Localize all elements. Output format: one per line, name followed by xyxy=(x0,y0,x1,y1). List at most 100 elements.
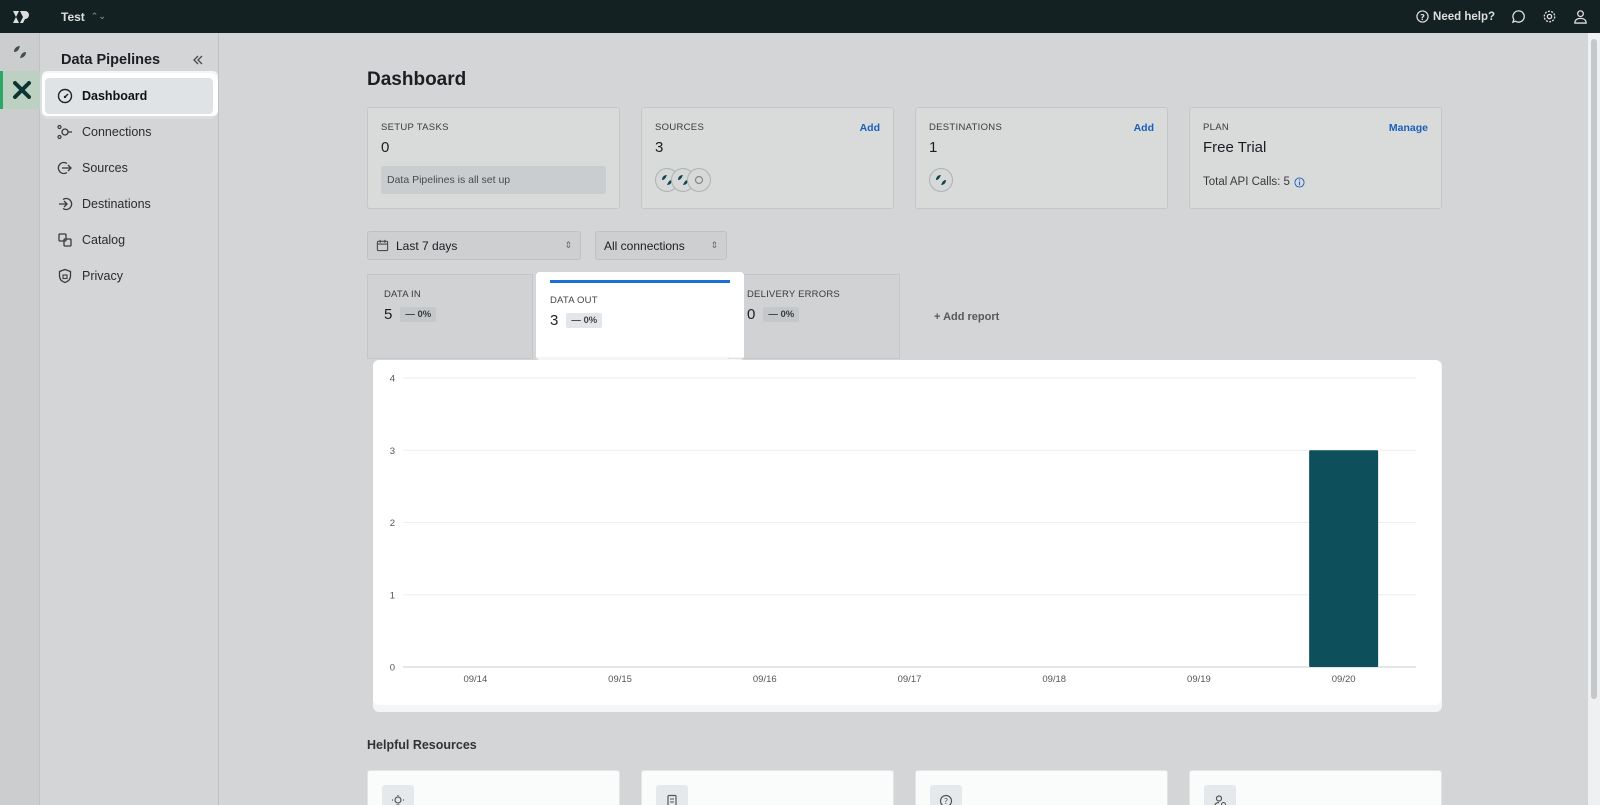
x-tick-label: 09/19 xyxy=(1187,674,1211,685)
app-rail xyxy=(0,33,40,805)
y-tick-label: 1 xyxy=(390,590,395,601)
rail-item-data-pipelines[interactable] xyxy=(0,71,40,109)
info-icon[interactable] xyxy=(1294,176,1305,188)
page-scrollbar[interactable] xyxy=(1588,33,1600,805)
scrollbar-thumb[interactable] xyxy=(1591,39,1597,699)
x-tick-label: 09/14 xyxy=(463,674,487,685)
y-tick-label: 0 xyxy=(390,663,395,674)
privacy-icon xyxy=(58,268,72,284)
metric-tab-data-in[interactable]: DATA IN 5 — 0% xyxy=(367,274,533,359)
chevron-updown-icon: ⌃⌄ xyxy=(90,11,106,21)
resource-card[interactable] xyxy=(1189,770,1442,805)
add-destination-link[interactable]: Add xyxy=(1134,122,1154,134)
workspace-switcher[interactable]: Test ⌃⌄ xyxy=(61,10,106,24)
destination-avatar[interactable] xyxy=(929,168,953,192)
x-tick-label: 09/18 xyxy=(1042,674,1066,685)
source-avatar[interactable] xyxy=(687,168,711,192)
active-tab-indicator xyxy=(550,280,730,283)
metric-value: 5 xyxy=(384,306,393,323)
chevron-updown-icon: ⇕ xyxy=(564,240,572,250)
destinations-card: DESTINATIONS Add 1 xyxy=(915,107,1168,209)
bar xyxy=(1309,450,1379,667)
rail-item-connections-app[interactable] xyxy=(0,33,40,71)
api-calls-text: Total API Calls: 5 xyxy=(1203,176,1290,188)
sidebar-item-catalog[interactable]: Catalog xyxy=(45,222,213,258)
workspace-name: Test xyxy=(61,9,85,24)
connections-icon xyxy=(57,124,72,140)
card-value: Free Trial xyxy=(1203,139,1267,156)
gear-icon[interactable] xyxy=(1542,9,1557,24)
add-source-link[interactable]: Add xyxy=(860,122,880,134)
card-value: 3 xyxy=(655,139,664,156)
metric-change-badge: — 0% xyxy=(763,307,800,322)
catalog-icon xyxy=(58,233,72,247)
metric-label: DELIVERY ERRORS xyxy=(747,289,840,300)
connections-value: All connections xyxy=(604,238,685,253)
add-report-button[interactable]: + Add report xyxy=(934,311,999,323)
chat-icon[interactable] xyxy=(1511,9,1526,24)
sidebar-item-privacy[interactable]: Privacy xyxy=(45,258,213,294)
sidebar-item-label: Sources xyxy=(82,161,128,175)
x-tick-label: 09/20 xyxy=(1332,674,1356,685)
y-tick-label: 4 xyxy=(390,374,395,385)
leaf-app-icon xyxy=(14,46,26,58)
help-icon: ? xyxy=(1416,10,1429,23)
sources-icon xyxy=(57,161,72,175)
metric-change-badge: — 0% xyxy=(566,313,603,328)
page-title: Dashboard xyxy=(367,69,467,90)
resource-card[interactable] xyxy=(641,770,894,805)
helpful-resources-title: Helpful Resources xyxy=(367,738,477,752)
x-tick-label: 09/16 xyxy=(753,674,777,685)
sources-card: SOURCES Add 3 xyxy=(641,107,894,209)
sidebar-title: Data Pipelines xyxy=(61,52,161,68)
card-label: SETUP TASKS xyxy=(381,122,449,133)
app-logo[interactable] xyxy=(0,0,40,33)
sidebar-item-connections[interactable]: Connections xyxy=(45,114,213,150)
metric-label: DATA OUT xyxy=(550,295,598,306)
sidebar-item-label: Dashboard xyxy=(82,89,148,103)
sidebar-item-dashboard[interactable]: Dashboard xyxy=(40,73,218,119)
card-value: 1 xyxy=(929,139,938,156)
date-range-select[interactable]: Last 7 days ⇕ xyxy=(367,231,581,260)
data-out-chart: 0 1 2 3 4 09/14 09/15 09/16 09/17 09/18 09/19 09/20 xyxy=(390,374,1416,685)
sidebar-item-destinations[interactable]: Destinations xyxy=(45,186,213,222)
top-bar: Test ⌃⌄ ? Need help? xyxy=(0,0,1600,33)
date-range-value: Last 7 days xyxy=(396,238,458,253)
collapse-sidebar-icon[interactable] xyxy=(192,54,204,66)
card-value: 0 xyxy=(381,139,390,156)
document-icon xyxy=(656,785,688,805)
svg-text:?: ? xyxy=(1420,12,1425,22)
data-out-chart-panel: 0 1 2 3 4 09/14 09/15 09/16 09/17 09/18 09/19 09/20 xyxy=(373,360,1441,705)
x-tick-label: 09/15 xyxy=(608,674,632,685)
chevron-updown-icon: ⇕ xyxy=(710,240,718,250)
sidebar-item-label: Destinations xyxy=(82,197,151,211)
metric-tab-delivery-errors[interactable]: DELIVERY ERRORS 0 — 0% xyxy=(728,274,900,359)
user-settings-icon xyxy=(1204,785,1236,805)
setup-status-note: Data Pipelines is all set up xyxy=(381,166,606,194)
lightbulb-icon xyxy=(382,785,414,805)
metric-tab-data-out[interactable]: DATA OUT 3 — 0% xyxy=(536,272,744,357)
card-label: SOURCES xyxy=(655,122,705,133)
help-circle-icon: ? xyxy=(930,785,962,805)
sidebar-item-sources[interactable]: Sources xyxy=(45,150,213,186)
need-help-button[interactable]: ? Need help? xyxy=(1416,10,1495,23)
plan-card: PLAN Manage Free Trial Total API Calls: … xyxy=(1189,107,1442,209)
destinations-icon xyxy=(59,197,73,211)
gauge-icon xyxy=(57,88,73,104)
metric-label: DATA IN xyxy=(384,289,421,300)
sidebar: Data Pipelines Dashboard Connections Sou… xyxy=(40,33,219,805)
need-help-label: Need help? xyxy=(1433,10,1495,23)
manage-plan-link[interactable]: Manage xyxy=(1389,122,1428,134)
user-icon[interactable] xyxy=(1573,9,1588,24)
x-app-icon xyxy=(12,81,31,99)
sidebar-item-label: Catalog xyxy=(82,233,126,247)
resource-card[interactable] xyxy=(367,770,620,805)
y-tick-label: 2 xyxy=(390,518,395,529)
metric-change-badge: — 0% xyxy=(400,307,437,322)
sidebar-item-label: Privacy xyxy=(82,269,123,283)
metric-value: 3 xyxy=(550,312,559,329)
resource-card[interactable]: ? xyxy=(915,770,1168,805)
connections-select[interactable]: All connections ⇕ xyxy=(595,231,727,260)
metric-value: 0 xyxy=(747,306,756,323)
svg-text:?: ? xyxy=(944,797,948,805)
